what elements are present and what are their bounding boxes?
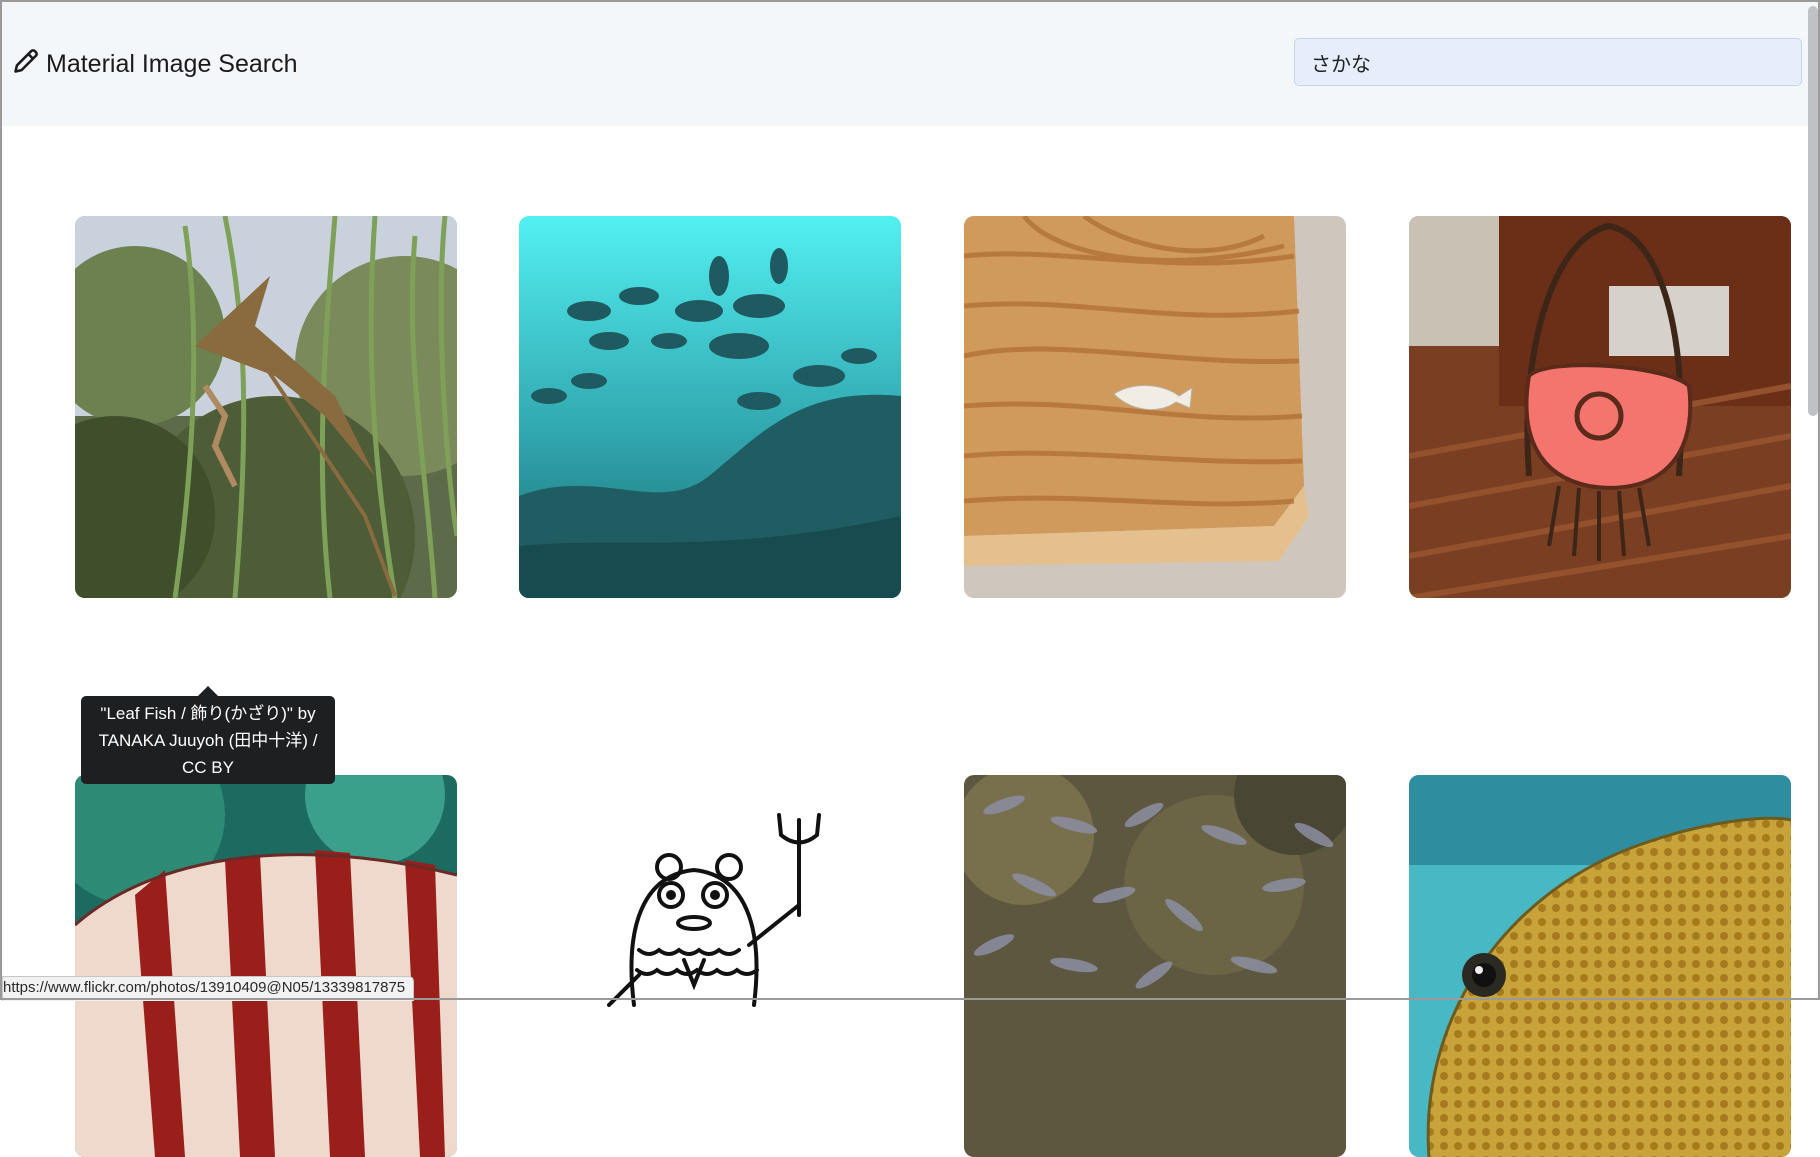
result-thumbnail-fish-chair[interactable] <box>1409 216 1791 598</box>
link-status-bar: https://www.flickr.com/photos/13910409@N… <box>2 976 415 1001</box>
brand-title: Material Image Search <box>46 49 298 78</box>
result-thumbnail-spotted-fish[interactable] <box>1409 775 1791 1157</box>
result-thumbnail-fish-drawing[interactable] <box>519 775 901 1157</box>
result-thumbnail-fish-swarm[interactable] <box>964 775 1346 1157</box>
tooltip-line-3: CC BY <box>182 758 234 777</box>
tooltip-arrow <box>198 686 218 696</box>
search-input[interactable] <box>1294 38 1802 86</box>
result-thumbnail-striped-fish[interactable] <box>75 775 457 1157</box>
scrollbar[interactable] <box>1808 6 1818 416</box>
result-thumbnail-leaf-fish[interactable] <box>75 216 457 598</box>
brand-link[interactable]: Material Image Search <box>12 44 298 84</box>
navbar: Material Image Search <box>0 0 1820 126</box>
pencil-icon <box>12 47 40 82</box>
tooltip-line-2: TANAKA Juuyoh (田中十洋) / <box>98 731 318 750</box>
image-credit-tooltip: "Leaf Fish / 飾り(かざり)" by TANAKA Juuyoh (… <box>81 696 335 784</box>
result-thumbnail-fish-on-wood[interactable] <box>964 216 1346 598</box>
tooltip-line-1: "Leaf Fish / 飾り(かざり)" by <box>100 704 316 723</box>
result-thumbnail-school-of-fish[interactable] <box>519 216 901 598</box>
